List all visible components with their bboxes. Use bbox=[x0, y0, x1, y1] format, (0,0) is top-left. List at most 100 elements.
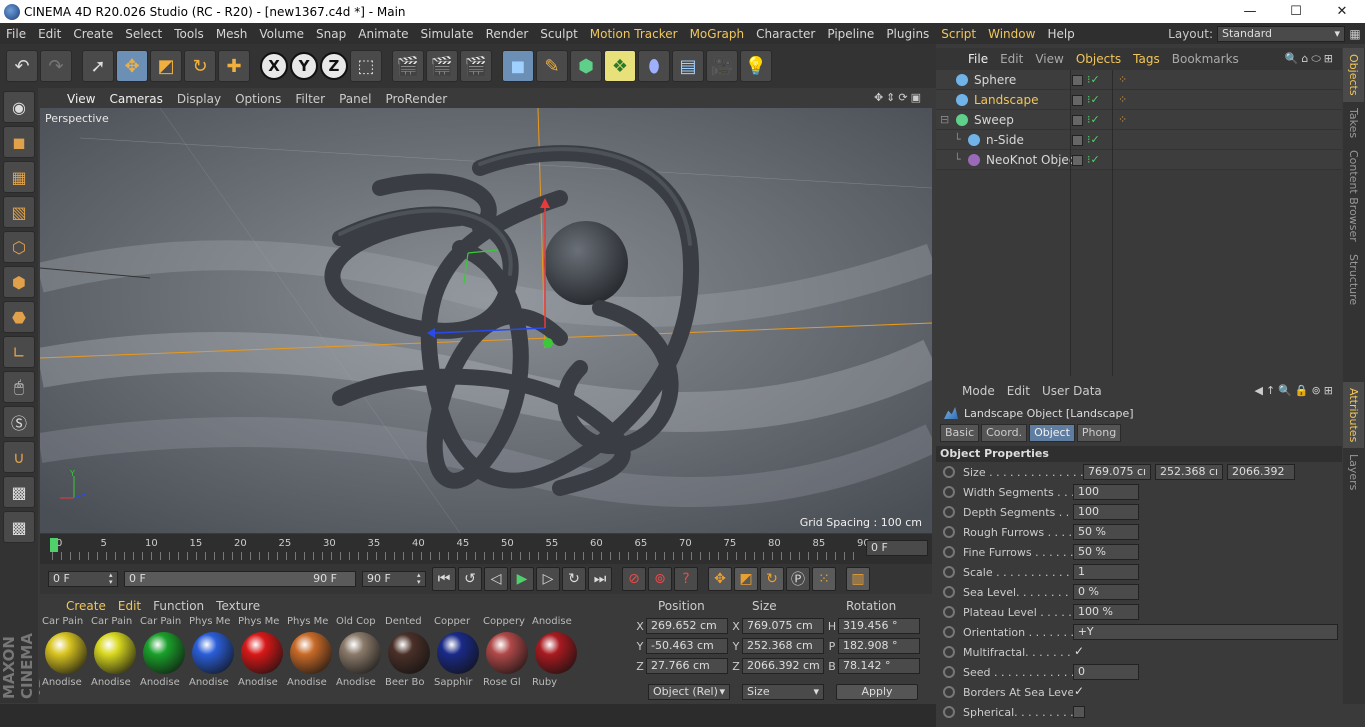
edges-mode-icon[interactable]: ⬢ bbox=[3, 266, 35, 298]
material-item[interactable]: Coppery Rose Gl bbox=[483, 616, 530, 690]
side-tab-objects[interactable]: Objects bbox=[1343, 48, 1364, 102]
live-selection-tool[interactable]: ➚ bbox=[82, 50, 114, 82]
grid-workplane-icon[interactable]: ▩ bbox=[3, 511, 35, 543]
scale-key-icon[interactable]: ◩ bbox=[734, 567, 758, 591]
menu-help[interactable]: Help bbox=[1041, 27, 1080, 41]
perspective-viewport[interactable]: Y Perspective Grid Spacing : 100 cm bbox=[40, 108, 932, 533]
object-menu-edit[interactable]: Edit bbox=[994, 52, 1029, 66]
transform-tool[interactable]: ✚ bbox=[218, 50, 250, 82]
rotation-field[interactable]: 319.456 ° bbox=[838, 618, 920, 634]
attr-menu-user-data[interactable]: User Data bbox=[1036, 384, 1108, 398]
viewport-menu-cameras[interactable]: Cameras bbox=[102, 92, 169, 106]
menu-snap[interactable]: Snap bbox=[310, 27, 352, 41]
animate-radio[interactable] bbox=[943, 506, 955, 518]
floor-scene-icon[interactable]: ▤ bbox=[672, 50, 704, 82]
viewport-menu-prorender[interactable]: ProRender bbox=[378, 92, 454, 106]
animate-radio[interactable] bbox=[943, 706, 955, 718]
attr-value-field[interactable]: 50 % bbox=[1073, 524, 1139, 540]
move-tool[interactable]: ✥ bbox=[116, 50, 148, 82]
play-forward-icon[interactable]: ▶ bbox=[510, 567, 534, 591]
material-item[interactable]: Old Cop Anodise bbox=[336, 616, 383, 690]
material-item[interactable]: Dented Beer Bo bbox=[385, 616, 432, 690]
attr-tab-coord[interactable]: Coord. bbox=[981, 424, 1028, 442]
attr-menu-edit[interactable]: Edit bbox=[1001, 384, 1036, 398]
menu-file[interactable]: File bbox=[0, 27, 32, 41]
material-menu-edit[interactable]: Edit bbox=[112, 599, 147, 613]
material-tag-icon[interactable]: ⁘ bbox=[1118, 113, 1127, 126]
rotation-key-icon[interactable]: ↻ bbox=[760, 567, 784, 591]
render-picture-viewer-icon[interactable]: 🎬 bbox=[426, 50, 458, 82]
menu-motion-tracker[interactable]: Motion Tracker bbox=[584, 27, 684, 41]
menu-sculpt[interactable]: Sculpt bbox=[534, 27, 583, 41]
material-item[interactable]: Phys Me Anodise bbox=[238, 616, 285, 690]
next-key-icon[interactable]: ↻ bbox=[562, 567, 586, 591]
object-row[interactable]: └ n-Side ⁝✓ bbox=[936, 130, 1342, 150]
model-mode-icon[interactable]: ◼ bbox=[3, 126, 35, 158]
object-menu-tags[interactable]: Tags bbox=[1127, 52, 1166, 66]
size-y-field[interactable]: 252.368 cı bbox=[1155, 464, 1223, 480]
material-tag-icon[interactable]: ⁘ bbox=[1118, 93, 1127, 106]
animate-radio[interactable] bbox=[943, 546, 955, 558]
object-row[interactable]: ⊟ Sweep ⁝✓ ⁘ bbox=[936, 110, 1342, 130]
attr-value-field[interactable]: 1 bbox=[1073, 564, 1139, 580]
previous-key-icon[interactable]: ↺ bbox=[458, 567, 482, 591]
current-frame-field[interactable]: 0 F bbox=[866, 540, 928, 556]
z-axis-lock-icon[interactable]: Z bbox=[320, 52, 348, 80]
visibility-flags[interactable]: ⁝✓ bbox=[1072, 73, 1100, 86]
texture-mode-icon[interactable]: ▦ bbox=[3, 161, 35, 193]
menu-render[interactable]: Render bbox=[480, 27, 535, 41]
attr-tab-basic[interactable]: Basic bbox=[940, 424, 980, 442]
attr-value-field[interactable]: 0 % bbox=[1073, 584, 1139, 600]
animate-radio[interactable] bbox=[943, 486, 955, 498]
viewport-menu-filter[interactable]: Filter bbox=[288, 92, 332, 106]
visibility-flags[interactable]: ⁝✓ bbox=[1072, 153, 1100, 166]
workplane-mode-icon[interactable]: ▧ bbox=[3, 196, 35, 228]
object-menu-objects[interactable]: Objects bbox=[1070, 52, 1127, 66]
rotate-tool[interactable]: ↻ bbox=[184, 50, 216, 82]
previous-frame-icon[interactable]: ◁ bbox=[484, 567, 508, 591]
object-row[interactable]: └ NeoKnot Object ⁝✓ bbox=[936, 150, 1342, 170]
animate-radio[interactable] bbox=[943, 566, 955, 578]
lock-workplane-icon[interactable]: ▩ bbox=[3, 476, 35, 508]
menu-mesh[interactable]: Mesh bbox=[210, 27, 254, 41]
object-menu-file[interactable]: File bbox=[962, 52, 994, 66]
menu-volume[interactable]: Volume bbox=[253, 27, 310, 41]
attr-tab-object[interactable]: Object bbox=[1029, 424, 1075, 442]
autokeying-icon[interactable]: ⊚ bbox=[648, 567, 672, 591]
orientation-dropdown[interactable]: +Y bbox=[1072, 624, 1338, 640]
cloner-icon[interactable]: ❖ bbox=[604, 50, 636, 82]
render-view-icon[interactable]: 🎬 bbox=[392, 50, 424, 82]
side-tab-attributes[interactable]: Attributes bbox=[1343, 382, 1364, 449]
size-x-field[interactable]: 769.075 cı bbox=[1083, 464, 1151, 480]
coordinate-mode-dropdown[interactable]: Object (Rel) bbox=[648, 684, 730, 700]
maximize-button[interactable]: ☐ bbox=[1273, 0, 1319, 23]
pen-spline-icon[interactable]: ✎ bbox=[536, 50, 568, 82]
side-tab-content-browser[interactable]: Content Browser bbox=[1343, 144, 1364, 248]
animate-radio[interactable] bbox=[943, 686, 955, 698]
size-mode-dropdown[interactable]: Size bbox=[742, 684, 824, 700]
animate-radio[interactable] bbox=[943, 646, 955, 658]
y-axis-lock-icon[interactable]: Y bbox=[290, 52, 318, 80]
material-item[interactable]: Anodise Ruby bbox=[532, 616, 579, 690]
material-menu-create[interactable]: Create bbox=[60, 599, 112, 613]
size-field[interactable]: 2066.392 cm bbox=[742, 658, 824, 674]
menu-pipeline[interactable]: Pipeline bbox=[821, 27, 880, 41]
axis-mode-icon[interactable]: ∟ bbox=[3, 336, 35, 368]
attr-value-field[interactable]: 100 bbox=[1073, 504, 1139, 520]
layout-dropdown[interactable]: Standard bbox=[1217, 25, 1345, 42]
spherical-checkbox[interactable] bbox=[1073, 706, 1085, 718]
camera-icon[interactable]: 🎥 bbox=[706, 50, 738, 82]
size-field[interactable]: 769.075 cm bbox=[742, 618, 824, 634]
attr-menu-mode[interactable]: Mode bbox=[956, 384, 1001, 398]
menu-tools[interactable]: Tools bbox=[168, 27, 210, 41]
minimize-button[interactable]: — bbox=[1227, 0, 1273, 23]
animate-radio[interactable] bbox=[943, 626, 955, 638]
x-axis-lock-icon[interactable]: X bbox=[260, 52, 288, 80]
start-frame-field[interactable]: 0 F bbox=[48, 571, 118, 587]
parameter-key-icon[interactable]: Ⓟ bbox=[786, 567, 810, 591]
attr-value-field[interactable]: 100 % bbox=[1073, 604, 1139, 620]
points-mode-icon[interactable]: ⬡ bbox=[3, 231, 35, 263]
end-frame-field[interactable]: 90 F bbox=[362, 571, 426, 587]
timeline-playhead[interactable] bbox=[50, 538, 58, 552]
animate-radio[interactable] bbox=[943, 526, 955, 538]
